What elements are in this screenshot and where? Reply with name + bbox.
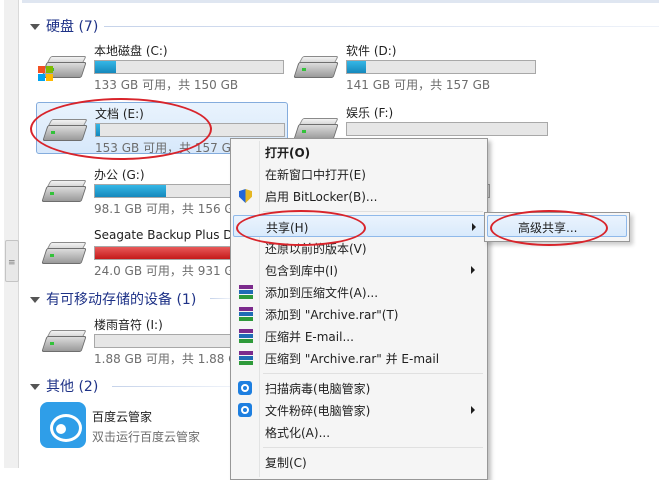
hard-drive-icon xyxy=(42,119,88,141)
app-subtitle: 双击运行百度云管家 xyxy=(92,430,201,444)
hard-drive-icon xyxy=(293,118,339,140)
group-header-hard-disks[interactable]: 硬盘 (7) xyxy=(30,16,98,36)
menu-label: 启用 BitLocker(B)... xyxy=(265,190,378,204)
navigation-scrollbar[interactable] xyxy=(4,0,19,468)
drive-usage-bar xyxy=(346,60,536,74)
drive-usage-bar xyxy=(346,122,548,136)
menu-separator xyxy=(263,373,483,374)
windows-logo-icon xyxy=(38,66,54,82)
drive-space-info: 133 GB 可用，共 150 GB xyxy=(94,78,239,92)
drive-space-info: 141 GB 可用，共 157 GB xyxy=(346,78,491,92)
tencent-pc-manager-icon xyxy=(237,402,253,418)
menu-item-format[interactable]: 格式化(A)... xyxy=(233,421,485,443)
drive-space-info: 153 GB 可用，共 157 GB xyxy=(95,141,240,155)
group-divider xyxy=(112,386,230,387)
group-title-hard-disks: 硬盘 (7) xyxy=(46,19,99,35)
winrar-icon xyxy=(237,350,253,366)
drive-name: 娱乐 (F:) xyxy=(346,106,394,120)
menu-item-open-new-window[interactable]: 在新窗口中打开(E) xyxy=(233,163,485,185)
submenu-arrow-icon xyxy=(472,223,476,231)
group-divider xyxy=(210,298,230,299)
collapse-arrow-icon[interactable] xyxy=(30,24,40,30)
collapse-arrow-icon[interactable] xyxy=(30,384,40,390)
drive-usage-bar xyxy=(94,60,284,74)
drive-space-info: 24.0 GB 可用，共 931 GB xyxy=(94,264,242,278)
menu-label: 扫描病毒(电脑管家) xyxy=(265,382,371,396)
menu-label: 高级共享... xyxy=(518,221,578,235)
drive-name: 本地磁盘 (C:) xyxy=(94,44,168,58)
drive-c[interactable]: 本地磁盘 (C:) 133 GB 可用，共 150 GB xyxy=(36,40,286,92)
group-header-other[interactable]: 其他 (2) xyxy=(30,376,98,396)
hard-drive-icon xyxy=(293,56,339,78)
winrar-icon xyxy=(237,284,253,300)
menu-item-copy[interactable]: 复制(C) xyxy=(233,451,485,473)
winrar-icon xyxy=(237,328,253,344)
menu-label: 压缩到 "Archive.rar" 并 E-mail xyxy=(265,352,440,366)
drive-d[interactable]: 软件 (D:) 141 GB 可用，共 157 GB xyxy=(288,40,538,92)
menu-item-compress-rar-email[interactable]: 压缩到 "Archive.rar" 并 E-mail xyxy=(233,347,485,369)
drive-name: 楼雨音符 (I:) xyxy=(94,318,163,332)
drive-usage-bar xyxy=(95,123,285,137)
menu-label: 在新窗口中打开(E) xyxy=(265,168,366,182)
drive-space-info: 98.1 GB 可用，共 156 GB xyxy=(94,202,242,216)
winrar-icon xyxy=(237,306,253,322)
menu-item-add-archive[interactable]: 添加到压缩文件(A)... xyxy=(233,281,485,303)
menu-item-share[interactable]: 共享(H) xyxy=(233,215,487,237)
app-name: 百度云管家 xyxy=(92,410,153,424)
group-divider xyxy=(104,26,659,27)
menu-label: 共享(H) xyxy=(266,221,309,235)
menu-item-restore[interactable]: 还原以前的版本(V) xyxy=(233,237,485,259)
menu-label: 添加到 "Archive.rar"(T) xyxy=(265,308,399,322)
menu-label: 压缩并 E-mail... xyxy=(265,330,354,344)
menu-separator xyxy=(263,211,483,212)
scrollbar-grip-icon: ≡ xyxy=(8,258,16,268)
collapse-arrow-icon[interactable] xyxy=(30,297,40,303)
submenu-arrow-icon xyxy=(471,406,475,414)
drive-space-info: 1.88 GB 可用，共 1.88 G xyxy=(94,352,238,366)
menu-item-scan-virus[interactable]: 扫描病毒(电脑管家) xyxy=(233,377,485,399)
menu-label: 添加到压缩文件(A)... xyxy=(265,286,379,300)
menu-label: 包含到库中(I) xyxy=(265,264,338,278)
menu-label: 复制(C) xyxy=(265,456,307,470)
menu-label: 格式化(A)... xyxy=(265,426,331,440)
group-header-removable[interactable]: 有可移动存储的设备 (1) xyxy=(30,289,196,309)
menu-item-compress-email[interactable]: 压缩并 E-mail... xyxy=(233,325,485,347)
menu-separator xyxy=(263,447,483,448)
submenu-arrow-icon xyxy=(471,266,475,274)
drive-name: 软件 (D:) xyxy=(346,44,397,58)
window-top-border xyxy=(22,0,659,3)
hard-drive-icon xyxy=(41,242,87,264)
removable-drive-icon xyxy=(41,330,87,352)
group-title-removable: 有可移动存储的设备 (1) xyxy=(46,292,197,308)
menu-item-advanced-share[interactable]: 高级共享... xyxy=(487,215,627,237)
group-title-other: 其他 (2) xyxy=(46,379,99,395)
menu-item-include-library[interactable]: 包含到库中(I) xyxy=(233,259,485,281)
baidu-cloud-icon xyxy=(40,402,86,448)
menu-item-open[interactable]: 打开(O) xyxy=(233,141,485,163)
uac-shield-icon xyxy=(237,188,253,204)
menu-label: 文件粉碎(电脑管家) xyxy=(265,404,371,418)
drive-name: 文档 (E:) xyxy=(95,107,144,121)
drive-name: 办公 (G:) xyxy=(94,168,145,182)
menu-item-bitlocker[interactable]: 启用 BitLocker(B)... xyxy=(233,185,485,207)
context-menu: 打开(O) 在新窗口中打开(E) 启用 BitLocker(B)... 共享(H… xyxy=(230,138,488,480)
drive-name: Seagate Backup Plus Dr xyxy=(94,228,238,242)
hard-drive-icon xyxy=(41,180,87,202)
menu-label: 打开(O) xyxy=(265,146,311,160)
share-submenu: 高级共享... xyxy=(484,212,630,242)
menu-item-add-rar[interactable]: 添加到 "Archive.rar"(T) xyxy=(233,303,485,325)
menu-label: 还原以前的版本(V) xyxy=(265,242,367,256)
tencent-pc-manager-icon xyxy=(237,380,253,396)
menu-item-shred[interactable]: 文件粉碎(电脑管家) xyxy=(233,399,485,421)
